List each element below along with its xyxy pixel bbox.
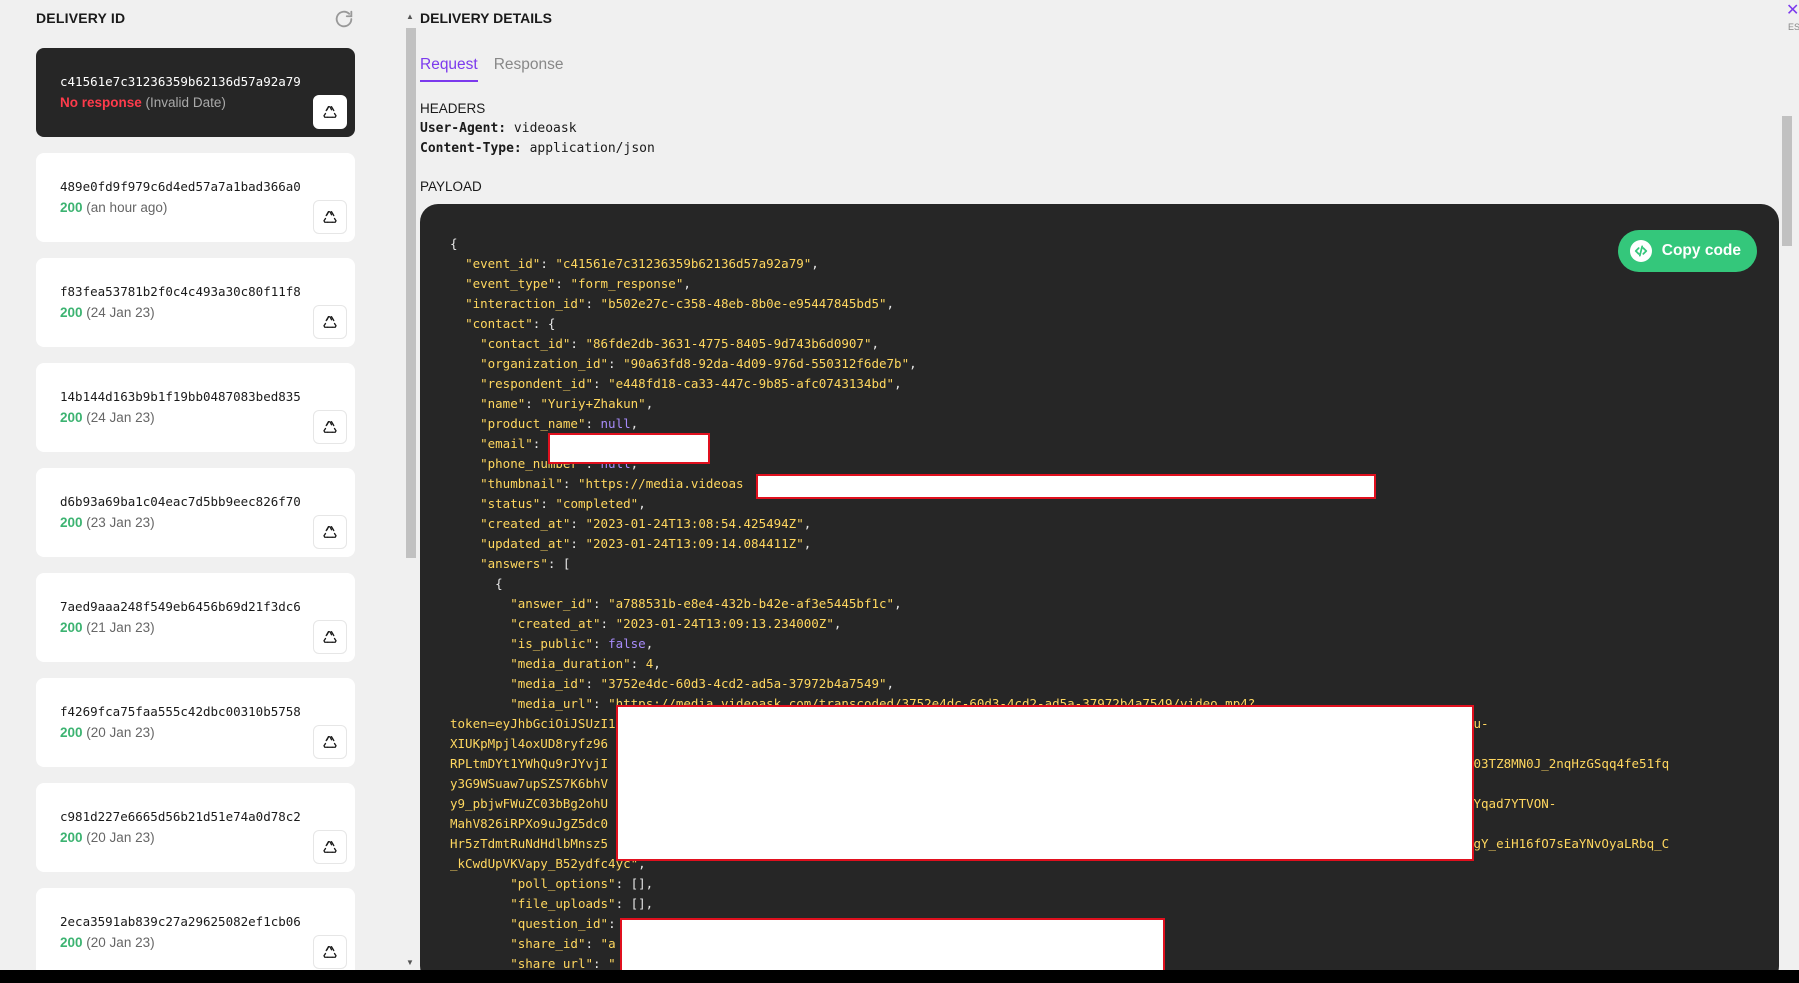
delivery-id: 489e0fd9f979c6d4ed57a7a1bad366a0: [60, 179, 301, 194]
delivery-status: 200 (24 Jan 23): [60, 305, 155, 320]
bottom-bar: [0, 970, 1799, 983]
status-code: 200: [60, 935, 83, 950]
delivery-id: c981d227e6665d56b21d51e74a0d78c2: [60, 809, 301, 824]
payload-json: { "event_id": "c41561e7c31236359b62136d5…: [450, 236, 1670, 971]
delivery-item[interactable]: c981d227e6665d56b21d51e74a0d78c2 200 (20 …: [36, 783, 355, 872]
redeliver-button[interactable]: [313, 830, 347, 864]
close-icon[interactable]: ✕: [1786, 0, 1799, 20]
scrollbar-thumb[interactable]: [1782, 116, 1792, 246]
delivery-id: 14b144d163b9b1f19bb0487083bed835: [60, 389, 301, 404]
delivery-item[interactable]: f83fea53781b2f0c4c493a30c80f11f8 200 (24 …: [36, 258, 355, 347]
redeliver-button[interactable]: [313, 725, 347, 759]
delivery-id: c41561e7c31236359b62136d57a92a79: [60, 74, 301, 89]
delivery-status: 200 (an hour ago): [60, 200, 167, 215]
delivery-status: 200 (20 Jan 23): [60, 935, 155, 950]
delivery-status: 200 (20 Jan 23): [60, 830, 155, 845]
payload-label: PAYLOAD: [420, 179, 482, 194]
redaction-box: [756, 474, 1376, 499]
details-scrollbar[interactable]: [1779, 100, 1795, 970]
delivery-time: (24 Jan 23): [86, 305, 155, 320]
redeliver-button[interactable]: [313, 95, 347, 129]
status-code: 200: [60, 830, 83, 845]
copy-code-button[interactable]: Copy code: [1617, 230, 1757, 272]
redaction-box: [616, 705, 1474, 861]
status-code: 200: [60, 725, 83, 740]
delivery-time: (20 Jan 23): [86, 935, 155, 950]
scroll-up-arrow-icon[interactable]: ▲: [406, 12, 414, 21]
scrollbar-thumb[interactable]: [406, 28, 416, 558]
delivery-time: (20 Jan 23): [86, 830, 155, 845]
delivery-details-title: DELIVERY DETAILS: [420, 10, 552, 26]
delivery-item[interactable]: 14b144d163b9b1f19bb0487083bed835 200 (24 …: [36, 363, 355, 452]
delivery-item[interactable]: f4269fca75faa555c42dbc00310b5758 200 (20 …: [36, 678, 355, 767]
delivery-item[interactable]: d6b93a69ba1c04eac7d5bb9eec826f70 200 (23 …: [36, 468, 355, 557]
delivery-item[interactable]: 7aed9aaa248f549eb6456b69d21f3dc6 200 (21 …: [36, 573, 355, 662]
status-code: 200: [60, 200, 83, 215]
delivery-id: f4269fca75faa555c42dbc00310b5758: [60, 704, 301, 719]
redeliver-button[interactable]: [313, 410, 347, 444]
recycle-icon: [323, 106, 337, 118]
refresh-icon[interactable]: [333, 8, 355, 30]
copy-code-label: Copy code: [1661, 242, 1741, 259]
recycle-icon: [323, 316, 337, 328]
delivery-status: 200 (23 Jan 23): [60, 515, 155, 530]
recycle-icon: [323, 526, 337, 538]
esc-label: ESC: [1788, 22, 1799, 32]
tab-request[interactable]: Request: [420, 56, 478, 82]
recycle-icon: [323, 841, 337, 853]
recycle-icon: [323, 736, 337, 748]
delivery-status: 200 (21 Jan 23): [60, 620, 155, 635]
delivery-id: 7aed9aaa248f549eb6456b69d21f3dc6: [60, 599, 301, 614]
delivery-item[interactable]: 2eca3591ab839c27a29625082ef1cb06 200 (20 …: [36, 888, 355, 977]
delivery-list-panel: DELIVERY ID c41561e7c31236359b62136d57a9…: [0, 0, 370, 977]
delivery-time: (Invalid Date): [145, 95, 226, 110]
delivery-id: d6b93a69ba1c04eac7d5bb9eec826f70: [60, 494, 301, 509]
recycle-icon: [323, 946, 337, 958]
delivery-time: (20 Jan 23): [86, 725, 155, 740]
redaction-box: [548, 433, 710, 464]
delivery-list-scrollbar[interactable]: ▲ ▼: [404, 12, 418, 967]
delivery-list-title: DELIVERY ID: [36, 10, 126, 26]
status-code: 200: [60, 620, 83, 635]
details-tabs: Request Response: [420, 56, 564, 82]
redeliver-button[interactable]: [313, 620, 347, 654]
delivery-time: (21 Jan 23): [86, 620, 155, 635]
delivery-status: 200 (24 Jan 23): [60, 410, 155, 425]
payload-code-block: { "event_id": "c41561e7c31236359b62136d5…: [420, 204, 1779, 983]
redeliver-button[interactable]: [313, 935, 347, 969]
delivery-time: (24 Jan 23): [86, 410, 155, 425]
status-code: 200: [60, 515, 83, 530]
delivery-time: (23 Jan 23): [86, 515, 155, 530]
recycle-icon: [323, 211, 337, 223]
headers-label: HEADERS: [420, 101, 486, 116]
delivery-item[interactable]: 489e0fd9f979c6d4ed57a7a1bad366a0 200 (an …: [36, 153, 355, 242]
status-code: No response: [60, 95, 142, 110]
delivery-id: f83fea53781b2f0c4c493a30c80f11f8: [60, 284, 301, 299]
scroll-down-arrow-icon[interactable]: ▼: [406, 958, 414, 967]
status-code: 200: [60, 410, 83, 425]
redeliver-button[interactable]: [313, 200, 347, 234]
header-user-agent: User-Agent: videoask: [420, 121, 577, 136]
status-code: 200: [60, 305, 83, 320]
redeliver-button[interactable]: [313, 305, 347, 339]
delivery-time: (an hour ago): [86, 200, 168, 215]
delivery-item[interactable]: c41561e7c31236359b62136d57a92a79 No respo…: [36, 48, 355, 137]
header-content-type: Content-Type: application/json: [420, 141, 655, 156]
delivery-id: 2eca3591ab839c27a29625082ef1cb06: [60, 914, 301, 929]
delivery-status: No response (Invalid Date): [60, 95, 226, 110]
recycle-icon: [323, 631, 337, 643]
redeliver-button[interactable]: [313, 515, 347, 549]
recycle-icon: [323, 421, 337, 433]
delivery-status: 200 (20 Jan 23): [60, 725, 155, 740]
code-icon: [1629, 240, 1652, 262]
delivery-details-panel: DELIVERY DETAILS Request Response HEADER…: [420, 0, 1780, 983]
tab-response[interactable]: Response: [494, 56, 564, 82]
